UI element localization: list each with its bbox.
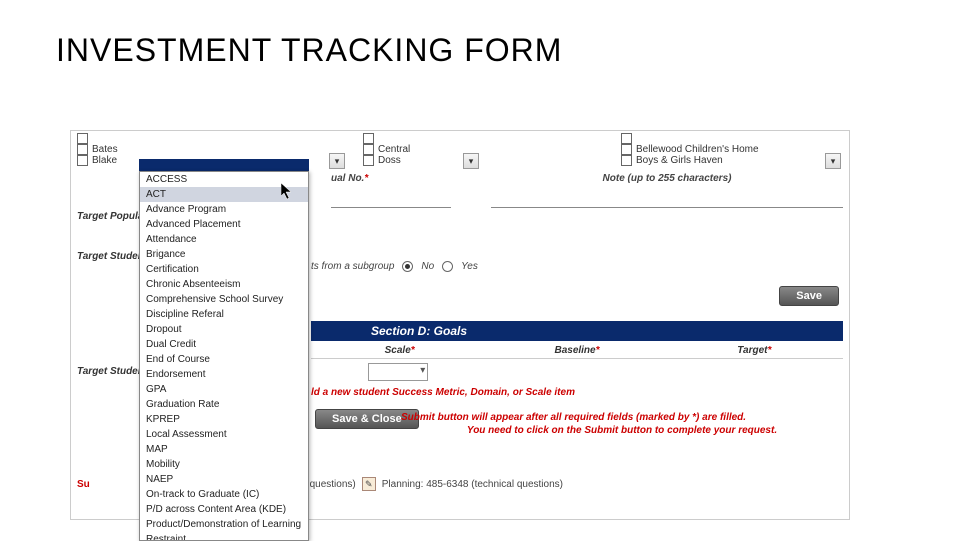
- checkbox-doss[interactable]: [363, 155, 374, 166]
- check-label: Blake: [92, 155, 117, 166]
- dropdown-option[interactable]: Product/Demonstration of Learning: [140, 517, 308, 532]
- planning-icon: ✎: [362, 477, 376, 491]
- checkbox-blake[interactable]: [77, 155, 88, 166]
- checkbox[interactable]: [621, 155, 632, 166]
- checkbox-bates[interactable]: [77, 144, 88, 155]
- col-scale: Scale: [385, 345, 411, 356]
- submit-warning: Submit button will appear after all requ…: [401, 411, 843, 437]
- planning-contact: Planning: 485-6348 (technical questions): [382, 479, 563, 490]
- slide-title: INVESTMENT TRACKING FORM: [56, 32, 562, 69]
- note-input[interactable]: [491, 194, 843, 208]
- check-label: Doss: [378, 155, 401, 166]
- check-label: Boys & Girls Haven: [636, 155, 723, 166]
- dropdown-option[interactable]: Mobility: [140, 457, 308, 472]
- dropdown-option[interactable]: Brigance: [140, 247, 308, 262]
- checkbox[interactable]: [621, 144, 632, 155]
- dropdown-option[interactable]: Dual Credit: [140, 337, 308, 352]
- dropdown-option[interactable]: Graduation Rate: [140, 397, 308, 412]
- check-label: Bates: [92, 144, 118, 155]
- dropdown-option[interactable]: On-track to Graduate (IC): [140, 487, 308, 502]
- check-label: Central: [378, 144, 410, 155]
- checkbox[interactable]: [363, 133, 374, 144]
- dropdown-option[interactable]: P/D across Content Area (KDE): [140, 502, 308, 517]
- goals-input-row: [311, 363, 843, 381]
- dropdown-option[interactable]: Comprehensive School Survey: [140, 292, 308, 307]
- add-new-metric-link[interactable]: ld a new student Success Metric, Domain,…: [311, 387, 575, 398]
- radio-yes-label: Yes: [461, 261, 478, 272]
- outcomes-dropdown-list[interactable]: ACCESSACTAdvance ProgramAdvanced Placeme…: [139, 171, 309, 541]
- checkbox[interactable]: [77, 133, 88, 144]
- dropdown-option[interactable]: Local Assessment: [140, 427, 308, 442]
- dropdown-arrow-icon[interactable]: ▾: [329, 153, 345, 169]
- radio-yes[interactable]: [442, 261, 453, 272]
- dropdown-option[interactable]: Attendance: [140, 232, 308, 247]
- dropdown-arrow-icon[interactable]: ▾: [825, 153, 841, 169]
- col-baseline: Baseline: [554, 345, 595, 356]
- save-button[interactable]: Save: [779, 286, 839, 306]
- dropdown-option[interactable]: NAEP: [140, 472, 308, 487]
- dropdown-option[interactable]: GPA: [140, 382, 308, 397]
- dropdown-option[interactable]: Chronic Absenteeism: [140, 277, 308, 292]
- dropdown-option[interactable]: Advance Program: [140, 202, 308, 217]
- actual-no-label: ual No.*: [331, 173, 368, 184]
- scale-select[interactable]: [368, 363, 428, 381]
- checkbox[interactable]: [621, 133, 632, 144]
- col-target: Target: [737, 345, 767, 356]
- goals-columns: Scale* Baseline* Target*: [311, 343, 843, 359]
- radio-no-label: No: [421, 261, 434, 272]
- note-label: Note (up to 255 characters): [603, 173, 732, 184]
- dropdown-option[interactable]: Dropout: [140, 322, 308, 337]
- dropdown-option[interactable]: Certification: [140, 262, 308, 277]
- dropdown-option[interactable]: End of Course: [140, 352, 308, 367]
- dropdown-arrow-icon[interactable]: ▾: [463, 153, 479, 169]
- dropdown-option[interactable]: MAP: [140, 442, 308, 457]
- dropdown-option[interactable]: Discipline Referal: [140, 307, 308, 322]
- check-label: Bellewood Children's Home: [636, 144, 759, 155]
- subgroup-question: ts from a subgroup No Yes: [311, 261, 478, 272]
- form-screenshot: Bates Blake Central Doss Bellewood Child…: [70, 130, 850, 520]
- actual-no-input[interactable]: [331, 194, 451, 208]
- cursor-icon: [281, 183, 295, 204]
- radio-no[interactable]: [402, 261, 413, 272]
- dropdown-option[interactable]: Endorsement: [140, 367, 308, 382]
- right-fields: ual No.* Note (up to 255 characters): [331, 173, 843, 208]
- dropdown-option[interactable]: Advanced Placement: [140, 217, 308, 232]
- dropdown-option[interactable]: KPREP: [140, 412, 308, 427]
- dropdown-selected-bar[interactable]: [139, 159, 309, 171]
- section-d-header: Section D: Goals: [311, 321, 843, 341]
- checkbox-central[interactable]: [363, 144, 374, 155]
